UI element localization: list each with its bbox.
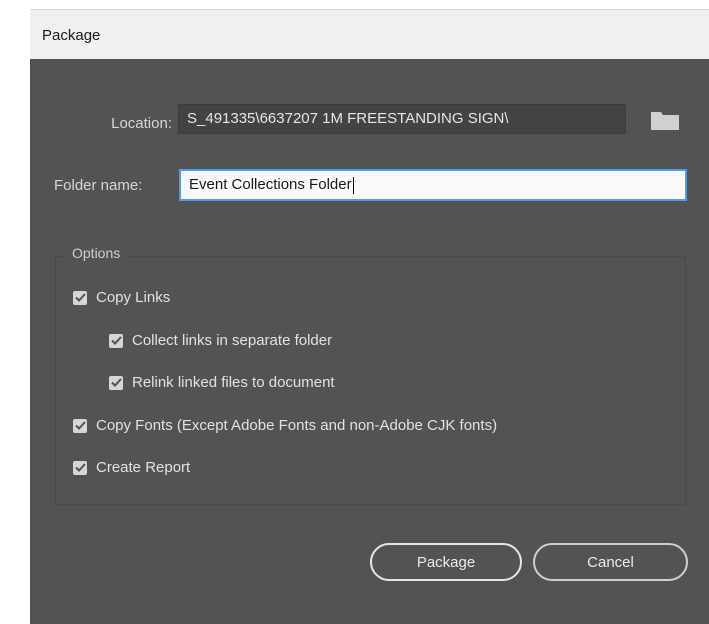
checkmark-icon — [74, 463, 86, 472]
create-report-checkbox[interactable]: Create Report — [73, 459, 190, 476]
collect-links-label: Collect links in separate folder — [132, 332, 333, 349]
relink-files-label: Relink linked files to document — [132, 374, 335, 391]
folder-name-label: Folder name: — [54, 177, 143, 194]
folder-name-input[interactable]: Event Collections Folder — [179, 169, 687, 201]
checkmark-icon — [110, 336, 122, 345]
collect-links-checkbox[interactable]: Collect links in separate folder — [109, 332, 332, 349]
folder-icon[interactable] — [650, 109, 680, 131]
cancel-button[interactable]: Cancel — [533, 543, 688, 581]
copy-links-label: Copy Links — [96, 289, 171, 306]
checkbox-box — [109, 375, 123, 390]
dialog-titlebar: Package — [30, 9, 709, 59]
top-strip — [0, 0, 709, 8]
text-caret — [352, 176, 354, 194]
dialog-body: Location: S_491335\6637207 1M FREESTANDI… — [30, 59, 709, 624]
location-field[interactable]: S_491335\6637207 1M FREESTANDING SIGN\ — [178, 104, 626, 134]
checkbox-box — [73, 418, 87, 433]
checkmark-icon — [74, 293, 86, 302]
create-report-label: Create Report — [96, 459, 191, 476]
checkmark-icon — [110, 378, 122, 387]
folder-name-value: Event Collections Folder — [189, 176, 352, 193]
dialog-title: Package — [42, 27, 101, 44]
checkbox-box — [73, 290, 87, 305]
copy-links-checkbox[interactable]: Copy Links — [73, 289, 170, 306]
checkbox-box — [109, 333, 123, 348]
copy-fonts-label: Copy Fonts (Except Adobe Fonts and non-A… — [96, 417, 498, 434]
package-button[interactable]: Package — [370, 543, 522, 581]
checkmark-icon — [74, 421, 86, 430]
copy-fonts-checkbox[interactable]: Copy Fonts (Except Adobe Fonts and non-A… — [73, 417, 497, 434]
relink-files-checkbox[interactable]: Relink linked files to document — [109, 374, 335, 391]
options-title: Options — [66, 245, 127, 261]
location-label: Location: — [111, 115, 172, 132]
checkbox-box — [73, 460, 87, 475]
